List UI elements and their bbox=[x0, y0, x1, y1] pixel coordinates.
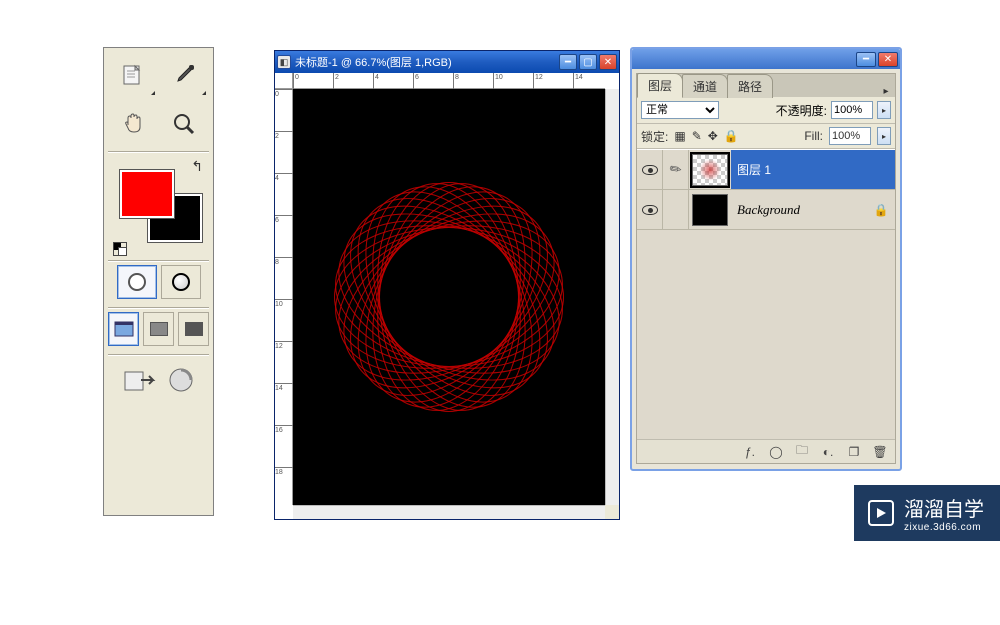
swap-colors-icon[interactable]: ↰ bbox=[191, 158, 203, 175]
ruler-corner bbox=[275, 73, 293, 89]
eye-icon bbox=[642, 205, 658, 215]
delete-layer-button[interactable]: 🗑 bbox=[869, 442, 891, 462]
canvas[interactable] bbox=[293, 89, 605, 505]
layer-row[interactable]: ✎ 图层 1 bbox=[637, 150, 895, 190]
fill-value[interactable]: 100% bbox=[829, 127, 871, 145]
minimize-button[interactable]: ━ bbox=[559, 54, 577, 70]
fill-label: Fill: bbox=[804, 129, 823, 143]
palette-minimize-button[interactable]: ━ bbox=[856, 52, 876, 67]
visibility-toggle[interactable] bbox=[637, 150, 663, 189]
tab-layers[interactable]: 图层 bbox=[637, 73, 683, 98]
scrollbar-vertical[interactable] bbox=[605, 89, 619, 505]
hand-tool[interactable] bbox=[108, 101, 158, 147]
maximize-button[interactable]: ▢ bbox=[579, 54, 597, 70]
watermark: 溜溜自学 zixue.3d66.com bbox=[854, 485, 1000, 541]
color-swatches: ↰ bbox=[108, 156, 209, 256]
opacity-value[interactable]: 100% bbox=[831, 101, 873, 119]
lock-icon: 🔒 bbox=[873, 203, 889, 217]
layer-thumbnail[interactable] bbox=[692, 154, 728, 186]
toolbox-panel: ↰ bbox=[103, 47, 214, 516]
scrollbar-horizontal[interactable] bbox=[293, 505, 605, 519]
jump-to-icon[interactable] bbox=[123, 366, 161, 397]
watermark-url: zixue.3d66.com bbox=[904, 522, 984, 533]
layer-style-button[interactable]: ƒ. bbox=[739, 442, 761, 462]
lock-all-icon[interactable]: 🔒 bbox=[724, 129, 739, 143]
lock-position-icon[interactable]: ✥ bbox=[708, 129, 718, 143]
ruler-horizontal: 02468101214 bbox=[293, 73, 605, 89]
opacity-stepper[interactable]: ▸ bbox=[877, 101, 891, 119]
palette-tabs: 图层 通道 路径 ▸ bbox=[637, 74, 895, 97]
eyedropper-tool[interactable] bbox=[160, 52, 210, 98]
palette-close-button[interactable]: ✕ bbox=[878, 52, 898, 67]
screen-menubar-button[interactable] bbox=[143, 312, 174, 346]
lock-label: 锁定: bbox=[641, 128, 668, 145]
default-colors-icon[interactable] bbox=[113, 242, 127, 256]
play-icon bbox=[868, 500, 894, 526]
layer-name: 图层 1 bbox=[737, 161, 771, 178]
layer-name: Background bbox=[737, 202, 800, 218]
blend-mode-select[interactable]: 正常 bbox=[641, 101, 719, 119]
opacity-label: 不透明度: bbox=[776, 102, 827, 119]
document-titlebar[interactable]: ◧ 未标题-1 @ 66.7%(图层 1,RGB) ━ ▢ ✕ bbox=[275, 51, 619, 73]
document-title: 未标题-1 @ 66.7%(图层 1,RGB) bbox=[295, 54, 555, 70]
link-toggle[interactable] bbox=[663, 190, 689, 229]
document-window: ◧ 未标题-1 @ 66.7%(图层 1,RGB) ━ ▢ ✕ 02468101… bbox=[274, 50, 620, 520]
layers-palette-window: ━ ✕ 图层 通道 路径 ▸ 正常 不透明度: 100% ▸ 锁定: ▦ ✎ ✥… bbox=[630, 47, 902, 471]
brush-icon: ✎ bbox=[666, 159, 685, 180]
lock-transparency-icon[interactable]: ▦ bbox=[674, 129, 685, 143]
standard-mode-button[interactable] bbox=[117, 265, 157, 299]
palette-menu-button[interactable]: ▸ bbox=[877, 86, 895, 97]
imageready-icon[interactable] bbox=[167, 366, 195, 397]
notes-tool[interactable] bbox=[108, 52, 158, 98]
close-button[interactable]: ✕ bbox=[599, 54, 617, 70]
tab-paths[interactable]: 路径 bbox=[727, 74, 773, 98]
new-layer-button[interactable]: ❐ bbox=[843, 442, 865, 462]
ruler-vertical: 024681012141618 bbox=[275, 89, 293, 505]
tab-channels[interactable]: 通道 bbox=[682, 74, 728, 98]
adjustment-layer-button[interactable]: ◐. bbox=[817, 442, 839, 462]
watermark-text: 溜溜自学 bbox=[904, 493, 984, 522]
palette-titlebar[interactable]: ━ ✕ bbox=[632, 49, 900, 69]
visibility-toggle[interactable] bbox=[637, 190, 663, 229]
quickmask-mode-button[interactable] bbox=[161, 265, 201, 299]
scroll-corner bbox=[605, 505, 619, 519]
layer-row[interactable]: Background 🔒 bbox=[637, 190, 895, 230]
palette-bottom-bar: ƒ. ◯ 🗀 ◐. ❐ 🗑 bbox=[637, 439, 895, 463]
foreground-color[interactable] bbox=[120, 170, 174, 218]
active-layer-indicator[interactable]: ✎ bbox=[663, 150, 689, 189]
app-icon: ◧ bbox=[277, 55, 291, 69]
fill-stepper[interactable]: ▸ bbox=[877, 127, 891, 145]
new-set-button[interactable]: 🗀 bbox=[791, 442, 813, 462]
screen-standard-button[interactable] bbox=[108, 312, 139, 346]
zoom-tool[interactable] bbox=[160, 101, 210, 147]
layer-mask-button[interactable]: ◯ bbox=[765, 442, 787, 462]
eye-icon bbox=[642, 165, 658, 175]
lock-pixels-icon[interactable]: ✎ bbox=[692, 129, 702, 143]
screen-full-button[interactable] bbox=[178, 312, 209, 346]
layers-list: ✎ 图层 1 Background 🔒 bbox=[637, 149, 895, 439]
layer-thumbnail[interactable] bbox=[692, 194, 728, 226]
